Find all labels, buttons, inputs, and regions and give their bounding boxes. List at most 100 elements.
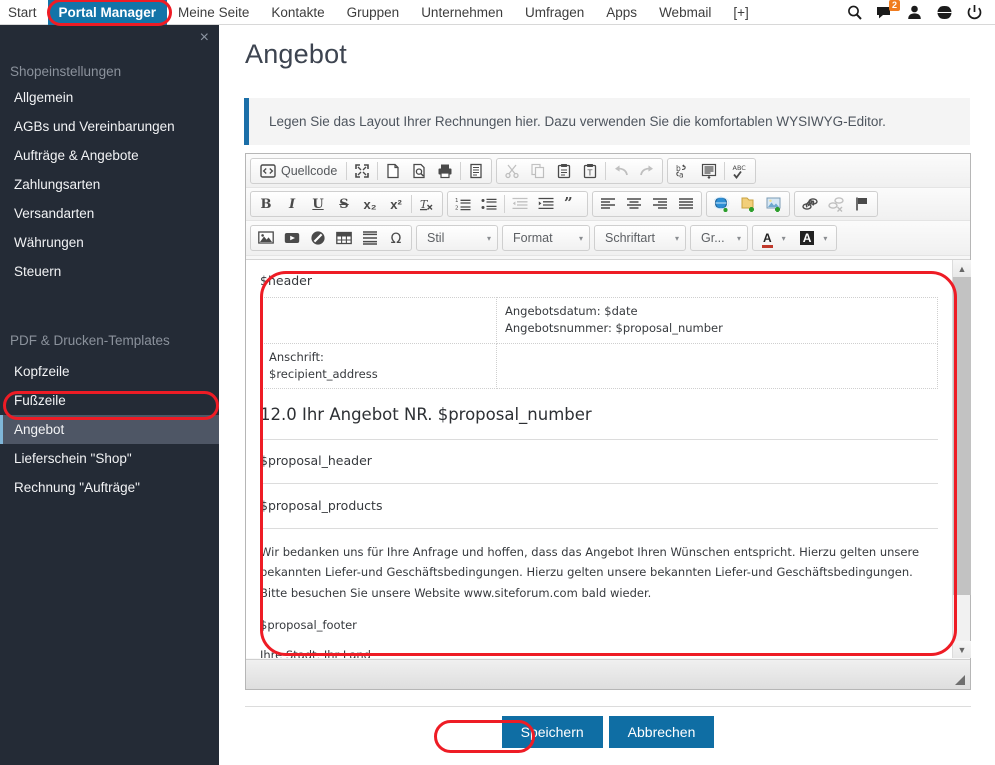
nav-item-meine-seite[interactable]: Meine Seite — [167, 0, 260, 25]
svg-text:Ω: Ω — [391, 231, 402, 246]
sidebar-item-kopfzeile[interactable]: Kopfzeile — [0, 357, 219, 386]
paste-text-icon: T — [582, 163, 598, 179]
messages-icon[interactable]: 2 — [876, 0, 900, 21]
background-color-button[interactable]: A ▾ — [793, 226, 835, 250]
redo-arrow-icon — [639, 163, 655, 179]
sidebar-item-rechnung-aufträge[interactable]: Rechnung "Aufträge" — [0, 473, 219, 502]
format-select[interactable]: Format ▾ — [502, 225, 590, 251]
power-icon[interactable] — [966, 4, 983, 21]
image-button[interactable] — [253, 226, 279, 250]
blockquote-button[interactable]: ” — [559, 192, 585, 216]
source-code-button[interactable]: Quellcode — [253, 159, 344, 183]
nav-item-umfragen[interactable]: Umfragen — [514, 0, 595, 25]
templates-button[interactable] — [463, 159, 489, 183]
bold-button[interactable]: B — [253, 192, 279, 216]
style-select[interactable]: Stil ▾ — [416, 225, 498, 251]
nav-item-start[interactable]: Start — [0, 0, 48, 25]
nav-item-unternehmen[interactable]: Unternehmen — [410, 0, 514, 25]
sidebar-item-agbs-und-vereinbarungen[interactable]: AGBs und Vereinbarungen — [0, 112, 219, 141]
size-select[interactable]: Gr... ▾ — [690, 225, 748, 251]
text-color-button[interactable]: A ▾ — [755, 226, 793, 250]
indent-button[interactable] — [533, 192, 559, 216]
align-center-button[interactable] — [621, 192, 647, 216]
nav-item-apps[interactable]: Apps — [595, 0, 648, 25]
align-left-button[interactable] — [595, 192, 621, 216]
spellcheck-button[interactable]: ABC — [727, 159, 753, 183]
unlink-button[interactable] — [823, 192, 849, 216]
sidebar-item-allgemein[interactable]: Allgemein — [0, 83, 219, 112]
undo-button[interactable] — [608, 159, 634, 183]
copy-button[interactable] — [525, 159, 551, 183]
cancel-button[interactable]: Abbrechen — [608, 716, 715, 748]
globe-icon[interactable] — [936, 4, 953, 21]
user-icon[interactable] — [906, 4, 923, 21]
insert-link-globe-button[interactable] — [709, 192, 735, 216]
nav-item-kontakte[interactable]: Kontakte — [260, 0, 335, 25]
resize-grip-icon[interactable] — [954, 673, 966, 685]
superscript-button[interactable]: x² — [383, 192, 409, 216]
italic-button[interactable]: I — [279, 192, 305, 216]
sidebar-item-angebot[interactable]: Angebot — [0, 415, 219, 444]
sidebar-item-versandarten[interactable]: Versandarten — [0, 199, 219, 228]
redo-button[interactable] — [634, 159, 660, 183]
underline-button[interactable]: U — [305, 192, 331, 216]
nav-item-portal-manager[interactable]: Portal Manager — [47, 0, 168, 25]
sidebar-item-zahlungsarten[interactable]: Zahlungsarten — [0, 170, 219, 199]
video-button[interactable] — [279, 226, 305, 250]
bullet-list-button[interactable] — [476, 192, 502, 216]
align-right-button[interactable] — [647, 192, 673, 216]
insert-file-button[interactable] — [735, 192, 761, 216]
maximize-button[interactable] — [349, 159, 375, 183]
outdent-button[interactable] — [507, 192, 533, 216]
find-replace-button[interactable]: ba — [670, 159, 696, 183]
page-title: Angebot — [245, 39, 347, 69]
scroll-down-icon[interactable]: ▼ — [953, 641, 971, 658]
sidebar-item-fußzeile[interactable]: Fußzeile — [0, 386, 219, 415]
chevron-down-icon: ▾ — [674, 233, 679, 243]
flash-button[interactable] — [305, 226, 331, 250]
scroll-up-icon[interactable]: ▲ — [953, 260, 971, 277]
sidebar-item-lieferschein-shop[interactable]: Lieferschein "Shop" — [0, 444, 219, 473]
toolbar-group-2: T — [496, 157, 664, 184]
nav-item-gruppen[interactable]: Gruppen — [336, 0, 411, 25]
editor-content-area[interactable]: $header Angebotsdatum: $date Angebotsnum… — [246, 259, 971, 658]
select-all-button[interactable] — [696, 159, 722, 183]
anchor-button[interactable] — [849, 192, 875, 216]
save-button[interactable]: Speichern — [501, 716, 603, 748]
sidebar-item-währungen[interactable]: Währungen — [0, 228, 219, 257]
editor-document[interactable]: $header Angebotsdatum: $date Angebotsnum… — [246, 260, 952, 658]
sidebar-item-aufträge-angebote[interactable]: Aufträge & Angebote — [0, 141, 219, 170]
align-justify-button[interactable] — [673, 192, 699, 216]
link-button[interactable] — [797, 192, 823, 216]
subscript-button[interactable]: x₂ — [357, 192, 383, 216]
special-char-button[interactable]: Ω — [383, 226, 409, 250]
background-color-icon: A — [799, 231, 815, 245]
nav-item-webmail[interactable]: Webmail — [648, 0, 722, 25]
strikethrough-button[interactable]: S — [331, 192, 357, 216]
table-button[interactable] — [331, 226, 357, 250]
numbered-list-button[interactable]: 12 — [450, 192, 476, 216]
paste-button[interactable] — [551, 159, 577, 183]
preview-button[interactable] — [406, 159, 432, 183]
cut-button[interactable] — [499, 159, 525, 183]
print-icon — [437, 163, 453, 179]
scrollbar-thumb[interactable] — [953, 277, 971, 595]
new-page-button[interactable] — [380, 159, 406, 183]
chevron-down-icon: ▾ — [781, 233, 786, 243]
close-icon[interactable]: × — [200, 30, 209, 46]
toolbar-separator — [377, 161, 379, 180]
table-row: Anschrift: $recipient_address — [259, 342, 938, 390]
editor-scrollbar[interactable]: ▲ ▼ — [952, 260, 971, 658]
doc-proposal-date: Angebotsdatum: $date — [505, 304, 638, 319]
insert-picture-button[interactable] — [761, 192, 787, 216]
print-button[interactable] — [432, 159, 458, 183]
paste-text-button[interactable]: T — [577, 159, 603, 183]
remove-format-button[interactable]: T — [414, 192, 440, 216]
nav-item-[interactable]: [+] — [722, 0, 759, 25]
table-row: Angebotsdatum: $date Angebotsnummer: $pr… — [259, 297, 938, 344]
chevron-down-icon: ▾ — [823, 233, 828, 243]
search-icon[interactable] — [846, 4, 863, 21]
sidebar-item-steuern[interactable]: Steuern — [0, 257, 219, 286]
horizontal-rule-button[interactable] — [357, 226, 383, 250]
font-select[interactable]: Schriftart ▾ — [594, 225, 686, 251]
